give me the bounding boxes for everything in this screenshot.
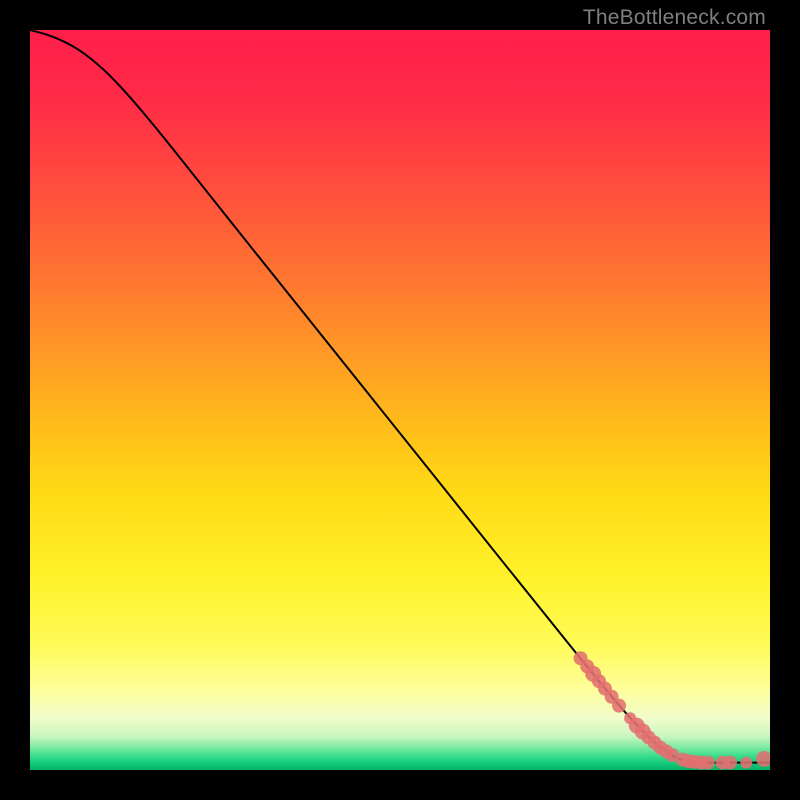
chart-data-point bbox=[612, 699, 626, 713]
chart-data-point bbox=[723, 756, 737, 770]
chart-points-layer bbox=[30, 30, 770, 770]
chart-plot-area bbox=[30, 30, 770, 770]
chart-data-point bbox=[740, 757, 752, 769]
chart-data-point bbox=[756, 751, 770, 767]
chart-stage: TheBottleneck.com bbox=[0, 0, 800, 800]
chart-data-point bbox=[701, 756, 715, 770]
watermark-label: TheBottleneck.com bbox=[583, 6, 766, 30]
